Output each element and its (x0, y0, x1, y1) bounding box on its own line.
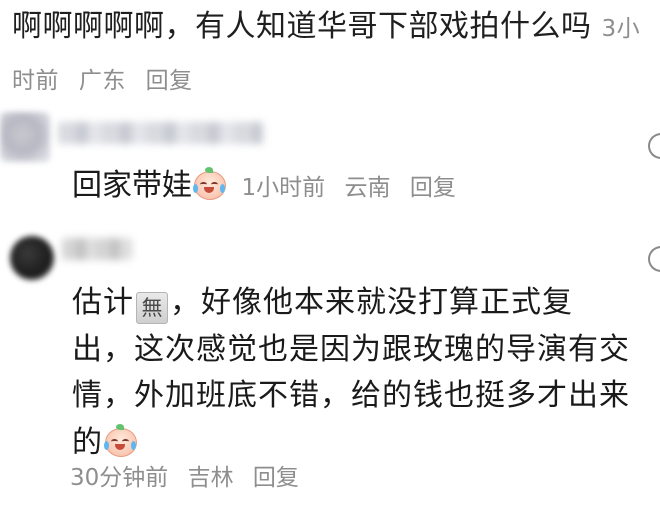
avatar[interactable] (10, 236, 54, 280)
crying-face-emoji-icon (103, 423, 137, 457)
reply-button[interactable]: 回复 (253, 465, 299, 491)
reply-location: 云南 (344, 175, 391, 201)
like-icon[interactable] (648, 133, 660, 159)
avatar[interactable] (0, 112, 50, 162)
username-blurred[interactable] (62, 238, 132, 260)
reply-meta: 30分钟前 吉林 回复 (70, 458, 311, 492)
reply-comment: 估计無，好像他本来就没打算正式复出，这次感觉也是因为跟玫瑰的导演有交情，外加班底… (72, 280, 632, 466)
reply-button[interactable]: 回复 (146, 68, 193, 94)
like-icon[interactable] (648, 246, 660, 272)
username-blurred[interactable] (58, 122, 263, 144)
comment-location: 广东 (78, 68, 126, 94)
wu-sticker-icon: 無 (136, 292, 168, 324)
crying-face-emoji-icon (192, 167, 226, 200)
reply-button[interactable]: 回复 (410, 175, 456, 201)
reply-comment: 回家带娃 1小时前 云南 回复 (72, 163, 468, 211)
reply-meta: 1小时前 云南 回复 (242, 175, 468, 201)
comment-text: 啊啊啊啊啊，有人知道华哥下部戏拍什么吗 (12, 9, 592, 44)
reply-time: 30分钟前 (70, 465, 169, 491)
reply-text: 回家带娃 (72, 168, 192, 203)
reply-location: 吉林 (187, 465, 234, 491)
comment-top: 啊啊啊啊啊，有人知道华哥下部戏拍什么吗 3小时前 广东 回复 (12, 2, 642, 106)
reply-text-part1: 估计 (72, 285, 134, 320)
reply-time: 1小时前 (241, 175, 326, 201)
